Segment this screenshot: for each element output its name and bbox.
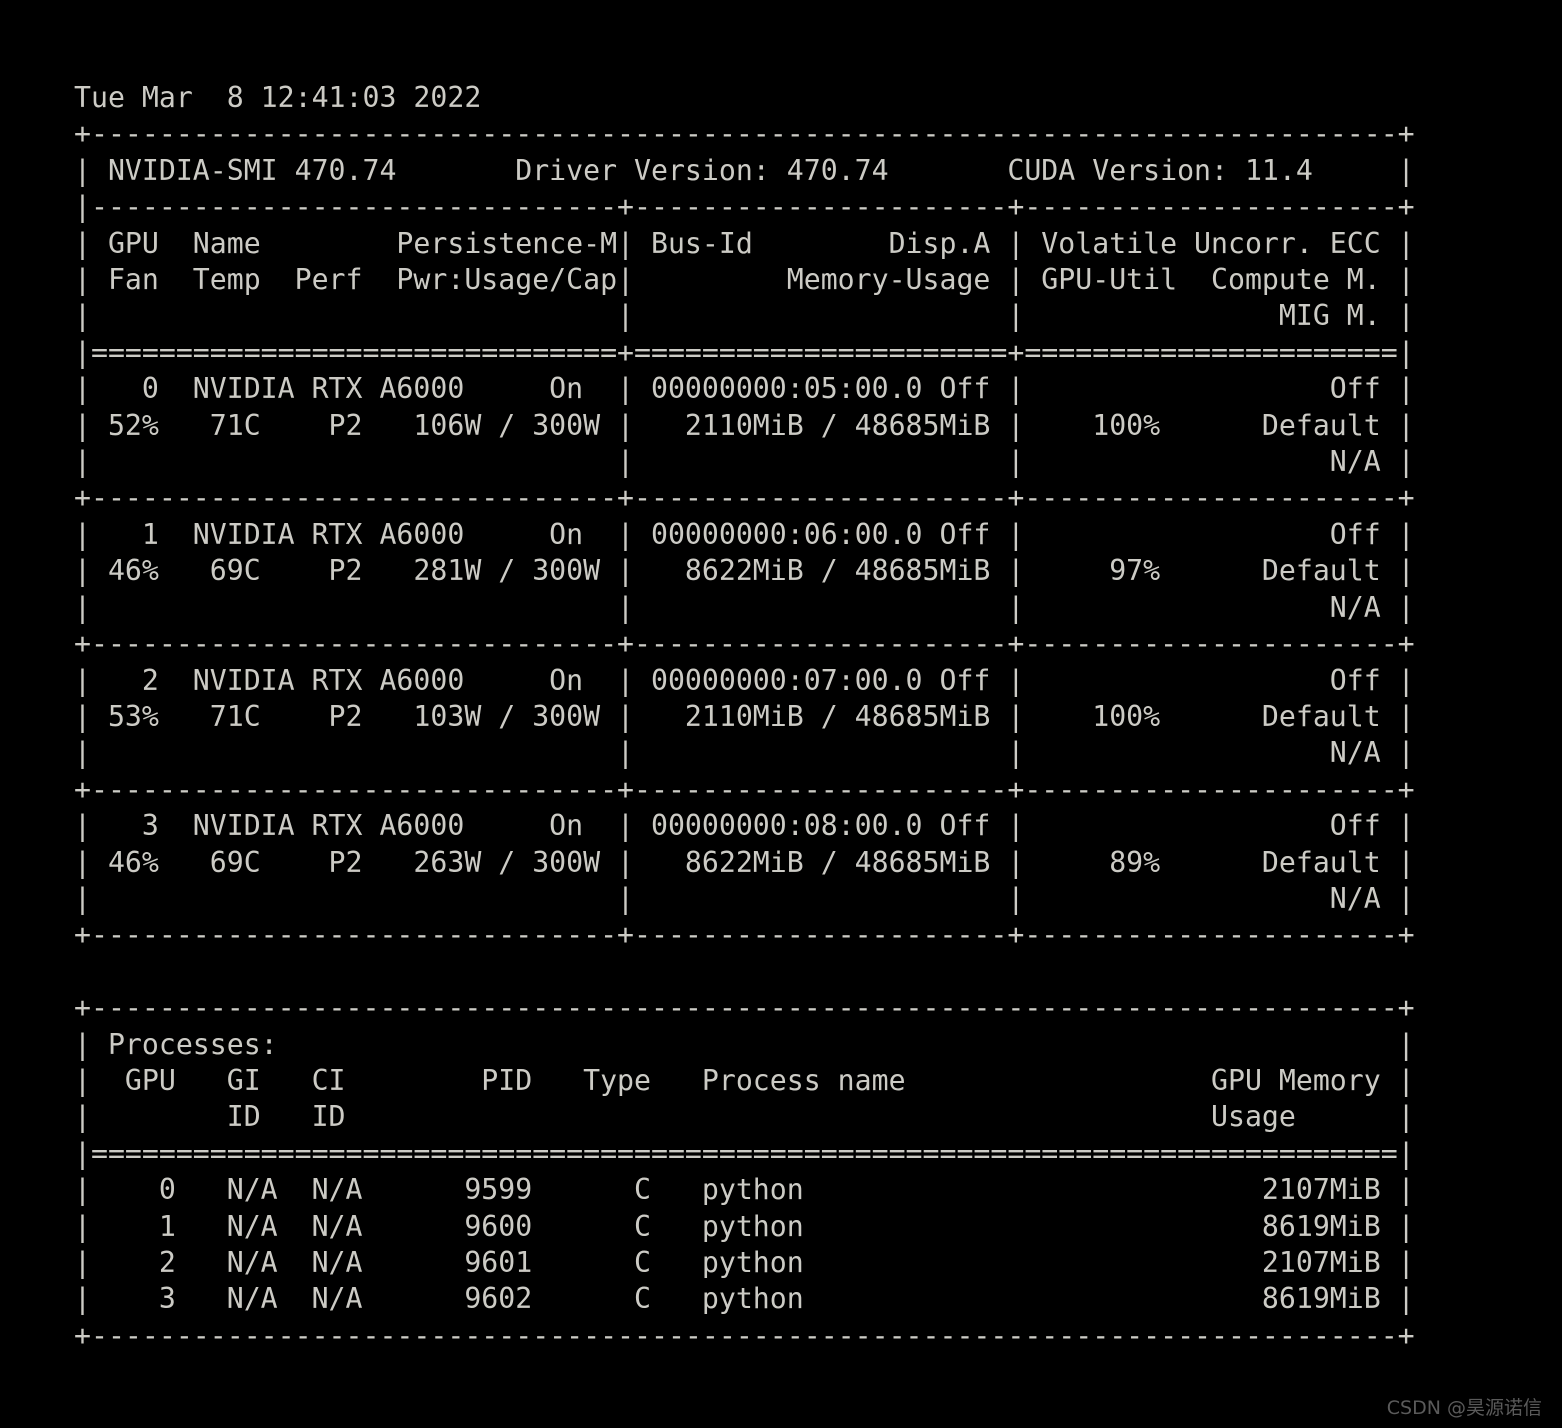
csdn-watermark: CSDN @昊源诺信 [1386, 1397, 1542, 1419]
terminal-window[interactable]: Tue Mar 8 12:41:03 2022 +---------------… [0, 0, 1562, 1428]
nvidia-smi-output: Tue Mar 8 12:41:03 2022 +---------------… [74, 81, 1415, 1352]
